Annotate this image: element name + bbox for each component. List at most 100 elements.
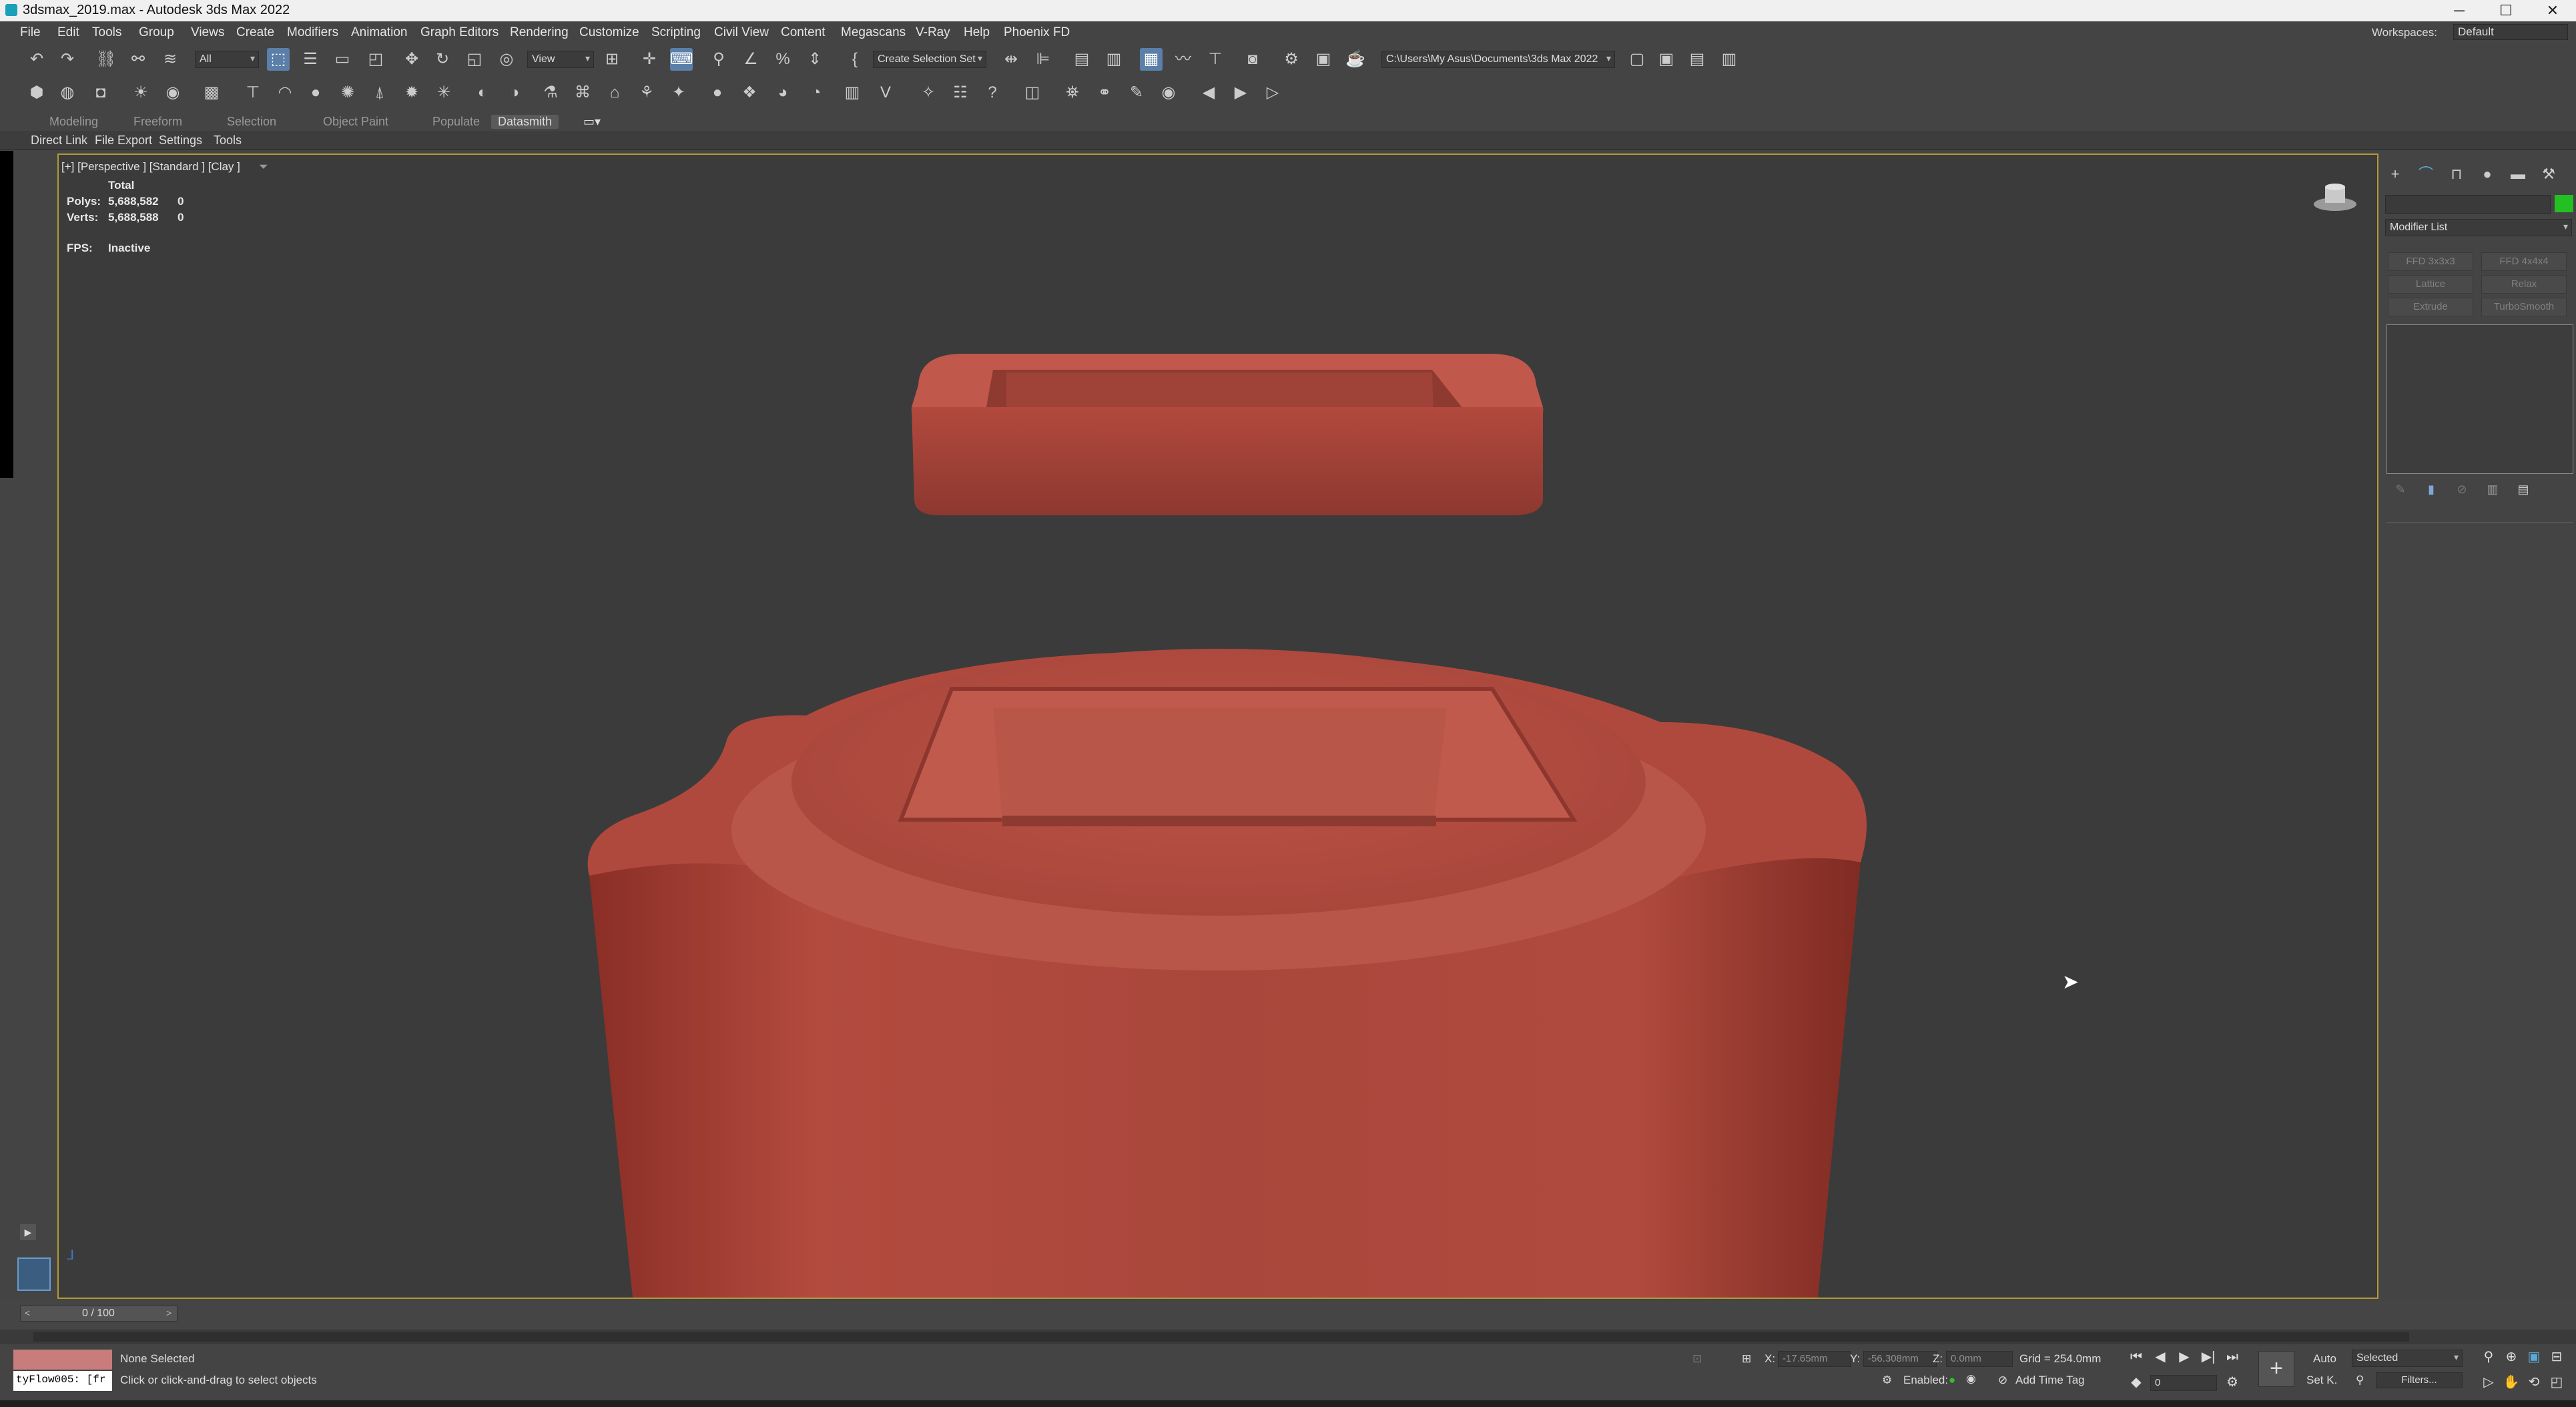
tab-populate[interactable]: Populate (432, 115, 480, 129)
phoenix-play-forward-icon[interactable]: ▶ (1229, 81, 1252, 104)
vray-material-icon[interactable]: ◕ (771, 81, 794, 104)
percent-snap-icon[interactable]: % (771, 48, 794, 71)
tab-object-paint[interactable]: Object Paint (323, 115, 388, 129)
menu-edit[interactable]: Edit (57, 25, 79, 40)
menu-rendering[interactable]: Rendering (510, 25, 569, 40)
pivot-center-icon[interactable]: ⊞ (601, 48, 623, 71)
menu-customize[interactable]: Customize (579, 25, 639, 40)
maxscript-mini-listener[interactable]: tyFlow005: [fr (13, 1371, 112, 1391)
scale-icon[interactable]: ◱ (463, 48, 486, 71)
multimaterial-icon[interactable]: ❖ (738, 81, 761, 104)
maximize-button[interactable]: ☐ (2483, 0, 2529, 21)
phoenix-play-back-icon[interactable]: ◀ (1197, 81, 1220, 104)
key-filters-button[interactable]: Filters... (2376, 1372, 2463, 1388)
relax-button[interactable]: Relax (2481, 275, 2567, 294)
redo-icon[interactable]: ↷ (56, 48, 79, 71)
isolate-toggle-icon[interactable]: ◉ (1966, 1372, 1976, 1386)
window-crossing-icon[interactable]: ◰ (364, 48, 387, 71)
key-mode-icon[interactable]: ◆ (2126, 1372, 2146, 1392)
phoenix-preview-icon[interactable]: ▷ (1261, 81, 1284, 104)
tab-modeling[interactable]: Modeling (49, 115, 98, 129)
vray-fog-icon[interactable]: ◑ (503, 81, 526, 104)
menu-phoenix-fd[interactable]: Phoenix FD (1004, 25, 1070, 40)
workspace-select[interactable]: Default (2453, 24, 2568, 40)
zoom-icon[interactable]: ⚲ (2479, 1347, 2499, 1367)
vray-plane-icon[interactable]: ⊤ (242, 81, 264, 104)
subtab-file-export[interactable]: File Export (95, 133, 152, 148)
motion-tab-icon[interactable]: ● (2476, 163, 2499, 186)
menu-views[interactable]: Views (191, 25, 224, 40)
pan-icon[interactable]: ✋ (2501, 1372, 2521, 1392)
mirror-icon[interactable]: ⇹ (1000, 48, 1022, 71)
vray-ies-icon[interactable]: ✹ (400, 81, 423, 104)
layer-explorer-icon[interactable]: ▥ (1102, 48, 1125, 71)
maximize-viewport-icon[interactable]: ◰ (2547, 1372, 2567, 1392)
vray-spot-icon[interactable]: ⍋ (368, 81, 391, 104)
vray-ambient-icon[interactable]: ✳ (432, 81, 455, 104)
subtab-settings[interactable]: Settings (159, 133, 202, 148)
object-color-swatch[interactable] (2555, 195, 2573, 212)
menu-modifiers[interactable]: Modifiers (287, 25, 338, 40)
zoom-all-icon[interactable]: ⊕ (2501, 1347, 2521, 1367)
place-icon[interactable]: ◎ (495, 48, 518, 71)
time-slider-next-icon[interactable]: > (166, 1308, 172, 1318)
menu-create[interactable]: Create (236, 25, 274, 40)
ref-coord-dropdown[interactable]: View (527, 51, 594, 68)
go-to-start-icon[interactable]: ⏮ (2126, 1347, 2146, 1367)
previous-frame-icon[interactable]: ◀ (2150, 1347, 2170, 1367)
folder-options-icon[interactable]: ▤ (1686, 48, 1708, 71)
sphere-tool-icon[interactable]: ◍ (56, 81, 79, 104)
show-end-result-icon[interactable]: ▮ (2420, 478, 2443, 501)
select-object-icon[interactable]: ⬚ (267, 48, 290, 71)
viewcube-icon[interactable] (2312, 180, 2358, 214)
viewport-layout-icon[interactable] (17, 1257, 51, 1291)
help-icon[interactable]: ? (981, 81, 1004, 104)
vray-frame-buffer-icon[interactable]: ✦ (667, 81, 690, 104)
subtab-tools[interactable]: Tools (214, 133, 242, 148)
menu-scripting[interactable]: Scripting (651, 25, 701, 40)
ffd-3x3x3-button[interactable]: FFD 3x3x3 (2388, 252, 2473, 271)
hierarchy-tab-icon[interactable]: ⊓ (2445, 163, 2468, 186)
menu-megascans[interactable]: Megascans (841, 25, 906, 40)
menu-file[interactable]: File (20, 25, 41, 40)
vray-sun-icon[interactable]: ✺ (336, 81, 359, 104)
edit-named-sets-icon[interactable]: { (844, 48, 866, 71)
turbosmooth-button[interactable]: TurboSmooth (2481, 298, 2567, 316)
time-slider-prev-icon[interactable]: < (25, 1308, 30, 1318)
tab-datasmith[interactable]: Datasmith (491, 115, 559, 129)
x-coordinate-field[interactable]: -17.65mm (1778, 1351, 1851, 1367)
set-key-icon[interactable]: + (2258, 1351, 2294, 1387)
go-to-end-icon[interactable]: ⏭ (2222, 1347, 2242, 1367)
camera-icon[interactable]: ◘ (89, 81, 112, 104)
extrude-button[interactable]: Extrude (2388, 298, 2473, 316)
selection-set-dropdown[interactable]: Create Selection Set (873, 51, 986, 68)
set-key-button[interactable]: Set K. (2306, 1374, 2337, 1387)
perspective-viewport[interactable]: [+] [Perspective ] [Standard ] [Clay ] ⏷… (57, 154, 2378, 1299)
curve-editor-icon[interactable]: 〰 (1172, 48, 1195, 71)
render-setup-icon[interactable]: ⚙ (1280, 48, 1303, 71)
make-unique-icon[interactable]: ⊘ (2451, 478, 2473, 501)
vray-scene-converter-icon[interactable]: ▥ (841, 81, 864, 104)
vray-logo-icon[interactable]: V (874, 81, 897, 104)
y-coordinate-field[interactable]: -56.308mm (1863, 1351, 1937, 1367)
lattice-button[interactable]: Lattice (2388, 275, 2473, 294)
keyboard-shortcut-icon[interactable]: ⌨ (670, 48, 693, 71)
spinner-snap-icon[interactable]: ⇕ (803, 48, 826, 71)
scene-explorer-icon[interactable]: ▤ (1070, 48, 1093, 71)
phoenix-fire-icon[interactable]: ⛯ (1061, 81, 1084, 104)
vray-proxy-icon[interactable]: ▩ (200, 81, 223, 104)
adaptive-degradation-icon[interactable]: ⚙ (1882, 1374, 1892, 1387)
remove-modifier-icon[interactable]: ▥ (2481, 478, 2504, 501)
lid-object[interactable] (911, 354, 1544, 515)
menu-animation[interactable]: Animation (351, 25, 408, 40)
zoom-extents-all-icon[interactable]: ⊟ (2547, 1347, 2567, 1367)
phoenix-particle-icon[interactable]: ◉ (1157, 81, 1180, 104)
orbit-icon[interactable]: ⟲ (2524, 1372, 2544, 1392)
expand-arrow-icon[interactable]: ▶ (20, 1224, 36, 1240)
modifier-stack[interactable] (2386, 324, 2573, 474)
enabled-indicator-icon[interactable]: ● (1949, 1374, 1955, 1387)
create-tab-icon[interactable]: + (2384, 163, 2406, 186)
key-filters-icon[interactable]: ⚲ (2356, 1374, 2364, 1387)
vray-dome-icon[interactable]: ◠ (274, 81, 296, 104)
phoenix-liquid-icon[interactable]: ⚭ (1093, 81, 1116, 104)
